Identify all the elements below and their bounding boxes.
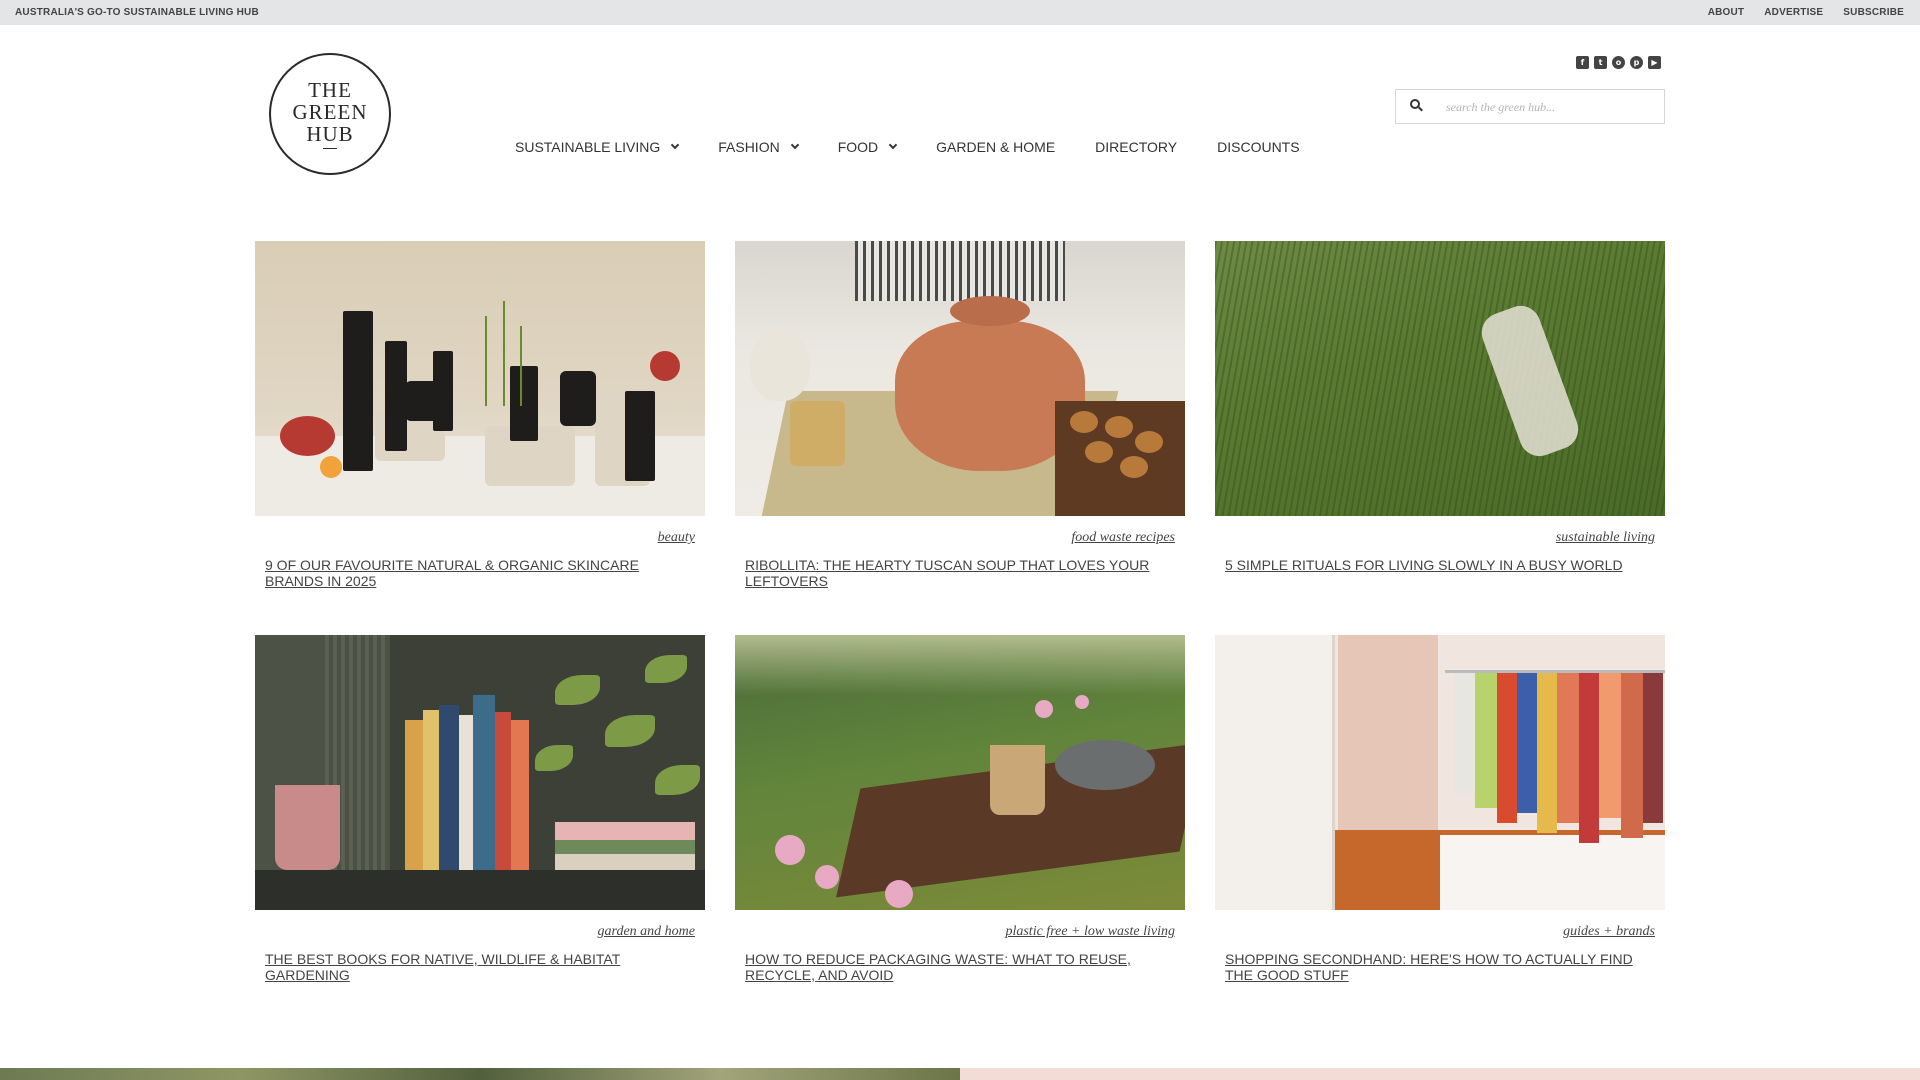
logo-line-3: HUB <box>306 122 354 146</box>
social-icons: f t o p ▶ <box>1576 56 1661 69</box>
article-title[interactable]: 9 OF OUR FAVOURITE NATURAL & ORGANIC SKI… <box>265 557 675 589</box>
article-title[interactable]: THE BEST BOOKS FOR NATIVE, WILDLIFE & HA… <box>265 951 675 983</box>
nav-item-fashion[interactable]: FASHION <box>718 139 799 155</box>
article-title[interactable]: RIBOLLITA: THE HEARTY TUSCAN SOUP THAT L… <box>745 557 1155 589</box>
top-bar: AUSTRALIA'S GO-TO SUSTAINABLE LIVING HUB… <box>0 0 1920 25</box>
about-link[interactable]: ABOUT <box>1708 7 1745 18</box>
article-category[interactable]: beauty <box>658 530 695 546</box>
logo-line-2: GREEN <box>292 100 368 124</box>
site-tagline: AUSTRALIA'S GO-TO SUSTAINABLE LIVING HUB <box>15 7 259 18</box>
pinterest-icon[interactable]: p <box>1630 56 1643 69</box>
featured-image-strip[interactable] <box>0 1068 960 1080</box>
nav-label: FOOD <box>837 139 879 155</box>
search-icon[interactable] <box>1410 99 1423 112</box>
search-box <box>1395 89 1665 124</box>
logo-rule <box>323 148 337 149</box>
chevron-down-icon <box>888 140 898 150</box>
article-category[interactable]: food waste recipes <box>1071 530 1175 546</box>
nav-item-garden-home[interactable]: GARDEN & HOME <box>936 139 1055 155</box>
nav-label: FASHION <box>718 139 780 155</box>
article-image[interactable] <box>735 635 1185 910</box>
article-category[interactable]: guides + brands <box>1563 924 1655 940</box>
article-image[interactable] <box>255 241 705 516</box>
advertise-link[interactable]: ADVERTISE <box>1764 7 1823 18</box>
youtube-icon[interactable]: ▶ <box>1648 56 1661 69</box>
nav-label: DIRECTORY <box>1095 139 1178 155</box>
nav-label: GARDEN & HOME <box>936 139 1056 155</box>
article-image[interactable] <box>1215 635 1665 910</box>
article-category[interactable]: plastic free + low waste living <box>1005 924 1175 940</box>
article-category[interactable]: garden and home <box>598 924 695 940</box>
nav-label: SUSTAINABLE LIVING <box>515 139 661 155</box>
twitter-icon[interactable]: t <box>1594 56 1607 69</box>
site-logo[interactable]: THE GREEN HUB <box>269 53 391 175</box>
nav-item-food[interactable]: FOOD <box>837 139 898 155</box>
article-card: plastic free + low waste living HOW TO R… <box>735 635 1185 983</box>
chevron-down-icon <box>790 140 799 150</box>
top-links: ABOUT ADVERTISE SUBSCRIBE <box>1708 7 1904 18</box>
article-image[interactable] <box>255 635 705 910</box>
chevron-down-icon <box>670 140 680 150</box>
article-category[interactable]: sustainable living <box>1556 530 1655 546</box>
search-input[interactable] <box>1446 96 1651 118</box>
instagram-icon[interactable]: o <box>1612 56 1625 69</box>
article-image[interactable] <box>735 241 1185 516</box>
article-title[interactable]: SHOPPING SECONDHAND: HERE'S HOW TO ACTUA… <box>1225 951 1635 983</box>
article-card: food waste recipes RIBOLLITA: THE HEARTY… <box>735 241 1185 589</box>
article-title[interactable]: 5 SIMPLE RITUALS FOR LIVING SLOWLY IN A … <box>1225 557 1635 573</box>
article-card: guides + brands SHOPPING SECONDHAND: HER… <box>1215 635 1665 983</box>
logo-line-1: THE <box>308 78 352 102</box>
nav-item-discounts[interactable]: DISCOUNTS <box>1217 139 1299 155</box>
article-card: garden and home THE BEST BOOKS FOR NATIV… <box>255 635 705 983</box>
facebook-icon[interactable]: f <box>1576 56 1589 69</box>
article-card: sustainable living 5 SIMPLE RITUALS FOR … <box>1215 241 1665 573</box>
article-card: beauty 9 OF OUR FAVOURITE NATURAL & ORGA… <box>255 241 705 589</box>
nav-item-sustainable-living[interactable]: SUSTAINABLE LIVING <box>515 139 680 155</box>
main-nav: SUSTAINABLE LIVING FASHION FOOD GARDEN &… <box>515 139 1340 155</box>
featured-panel-strip <box>960 1068 1920 1080</box>
subscribe-link[interactable]: SUBSCRIBE <box>1843 7 1904 18</box>
article-title[interactable]: HOW TO REDUCE PACKAGING WASTE: WHAT TO R… <box>745 951 1155 983</box>
nav-item-directory[interactable]: DIRECTORY <box>1095 139 1177 155</box>
nav-label: DISCOUNTS <box>1217 139 1300 155</box>
article-image[interactable] <box>1215 241 1665 516</box>
